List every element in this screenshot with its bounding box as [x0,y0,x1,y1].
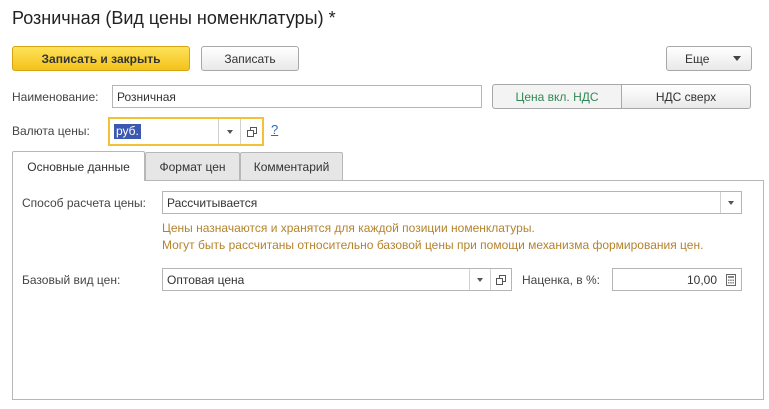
help-link[interactable]: ? [271,122,278,137]
save-and-close-button[interactable]: Записать и закрыть [12,46,190,71]
chevron-down-icon [226,129,233,134]
more-button-label: Еще [685,51,710,66]
calculator-button[interactable] [721,269,741,290]
name-input-value: Розничная [117,89,176,104]
name-label: Наименование: [12,90,99,104]
base-price-open-button[interactable] [490,269,511,290]
chevron-down-icon [733,56,741,61]
save-button[interactable]: Записать [201,46,299,71]
vat-on-top-option[interactable]: НДС сверх [622,84,751,109]
currency-input[interactable]: руб. [110,119,218,144]
name-input[interactable]: Розничная [112,85,482,108]
currency-field[interactable]: руб. [108,117,264,146]
tab-price-format[interactable]: Формат цен [145,152,240,181]
currency-label: Валюта цены: [12,124,90,138]
open-form-icon [246,126,257,137]
base-price-value: Оптовая цена [167,272,245,287]
currency-value: руб. [114,124,141,139]
vat-mode-toggle: Цена вкл. НДС НДС сверх [492,84,751,109]
calculator-icon [726,273,736,286]
markup-input[interactable]: 10,00 [612,268,742,291]
calc-method-select[interactable]: Рассчитывается [162,191,742,214]
calc-method-value: Рассчитывается [167,195,258,210]
chevron-down-icon [477,277,483,282]
open-form-icon [496,274,506,285]
tab-main-data[interactable]: Основные данные [12,151,145,181]
chevron-down-icon [728,200,734,205]
hint-line-1: Цены назначаются и хранятся для каждой п… [162,221,535,235]
base-price-field[interactable]: Оптовая цена [162,268,512,291]
vat-included-option[interactable]: Цена вкл. НДС [492,84,622,109]
hint-line-2: Могут быть рассчитаны относительно базов… [162,238,704,252]
base-price-dropdown-button[interactable] [469,269,490,290]
more-menu-button[interactable]: Еще [666,46,752,71]
tab-comment[interactable]: Комментарий [240,152,343,181]
calc-method-dropdown-button[interactable] [720,192,741,213]
currency-open-button[interactable] [240,119,262,144]
markup-label: Наценка, в %: [522,273,600,287]
base-price-label: Базовый вид цен: [22,273,121,287]
calc-method-label: Способ расчета цены: [22,196,146,210]
page-title: Розничная (Вид цены номенклатуры) * [12,8,336,28]
markup-value: 10,00 [686,272,717,287]
currency-dropdown-button[interactable] [218,119,240,144]
